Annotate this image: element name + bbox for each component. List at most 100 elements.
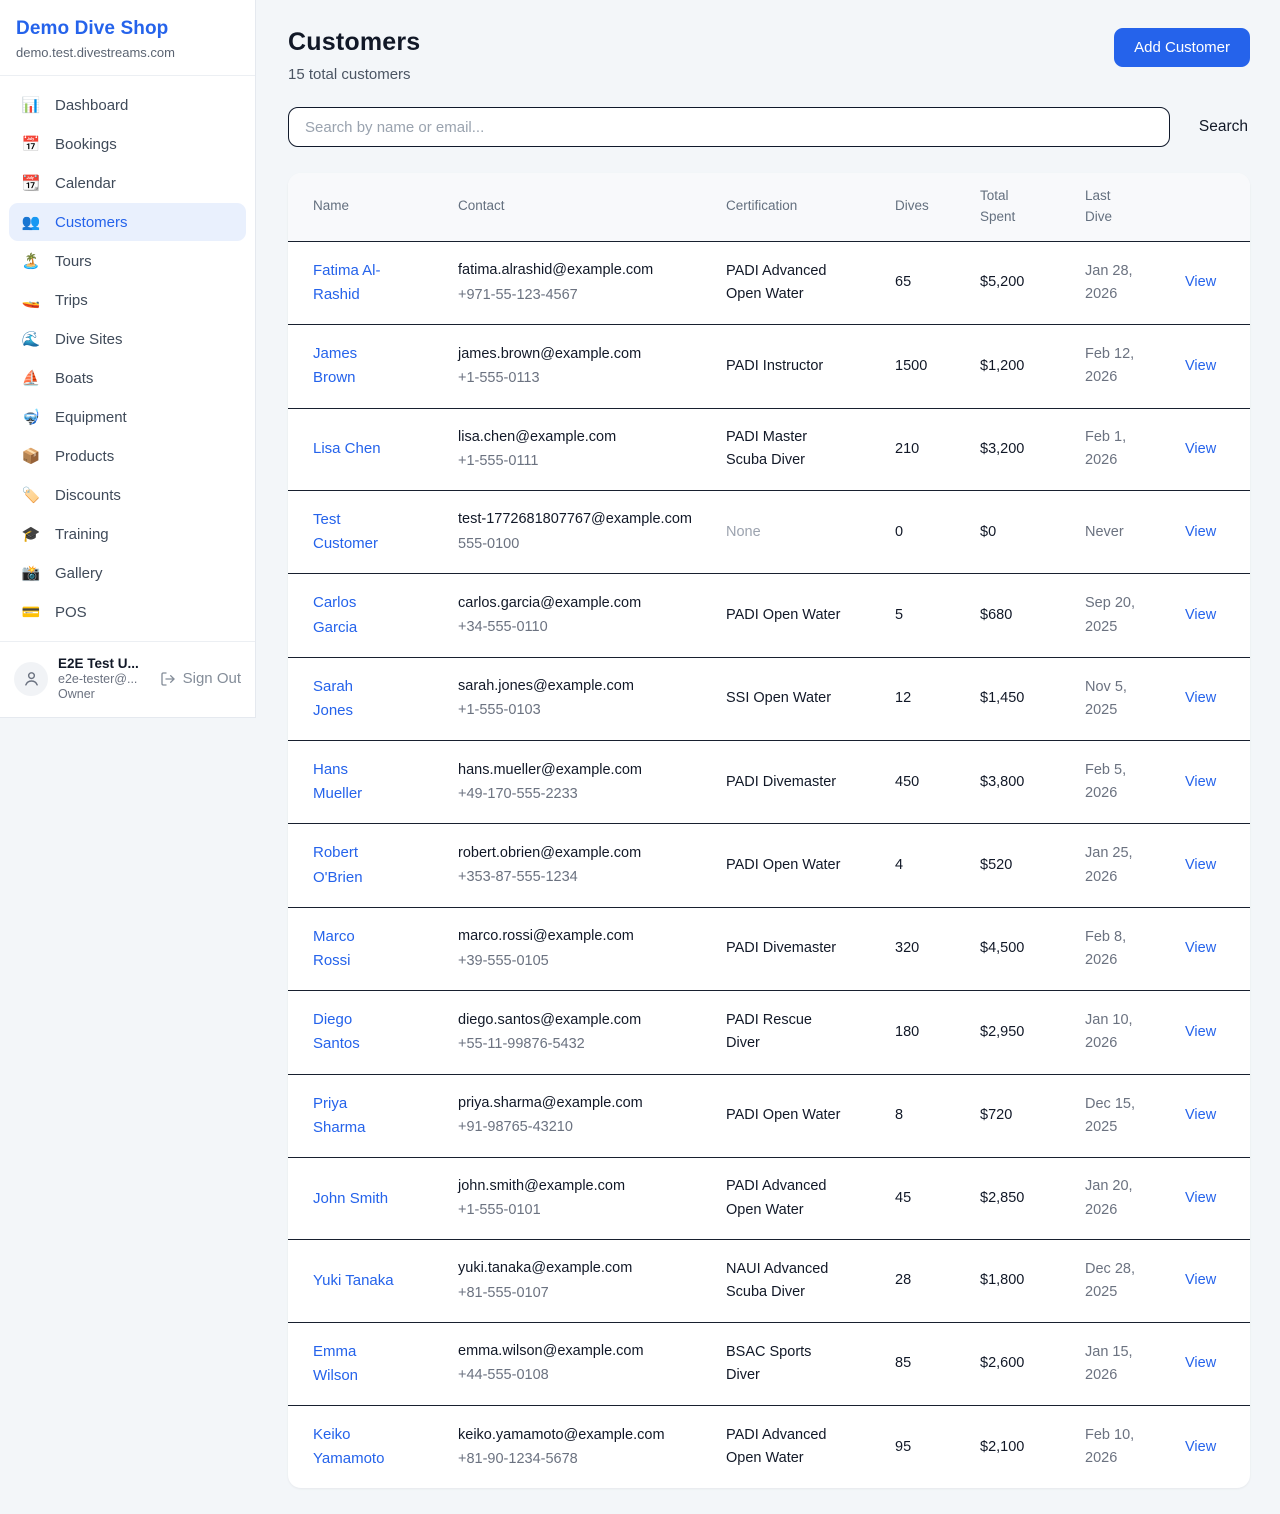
search-row: Search xyxy=(288,107,1250,147)
customer-dives: 85 xyxy=(895,1322,980,1405)
sidebar-item-bookings[interactable]: 📅Bookings xyxy=(9,125,246,163)
view-link[interactable]: View xyxy=(1185,524,1216,540)
view-link[interactable]: View xyxy=(1185,1439,1216,1455)
customer-contact: robert.obrien@example.com+353-87-555-123… xyxy=(458,824,726,907)
sidebar-item-dive-sites[interactable]: 🌊Dive Sites xyxy=(9,320,246,358)
calendar-icon: 📆 xyxy=(20,174,42,192)
customer-name-link[interactable]: Test Customer xyxy=(313,511,378,552)
sidebar-item-customers[interactable]: 👥Customers xyxy=(9,203,246,241)
customer-name-link[interactable]: John Smith xyxy=(313,1190,388,1207)
products-icon: 📦 xyxy=(20,447,42,465)
customer-name-link[interactable]: Robert O'Brien xyxy=(313,844,363,885)
view-link[interactable]: View xyxy=(1185,690,1216,706)
view-link[interactable]: View xyxy=(1185,1190,1216,1206)
customer-name-link[interactable]: Hans Mueller xyxy=(313,761,362,802)
customer-name-link[interactable]: Marco Rossi xyxy=(313,928,355,969)
customer-last-dive: Feb 1, 2026 xyxy=(1085,408,1185,490)
customer-certification: NAUI Advanced Scuba Diver xyxy=(726,1240,895,1322)
customer-certification: PADI Instructor xyxy=(726,325,895,408)
customer-last-dive: Jan 20, 2026 xyxy=(1085,1157,1185,1239)
customer-certification: SSI Open Water xyxy=(726,657,895,740)
sidebar-item-trips[interactable]: 🚤Trips xyxy=(9,281,246,319)
customer-dives: 0 xyxy=(895,490,980,573)
sidebar-item-pos[interactable]: 💳POS xyxy=(9,593,246,631)
sidebar-item-tours[interactable]: 🏝️Tours xyxy=(9,242,246,280)
customer-name-link[interactable]: Yuki Tanaka xyxy=(313,1272,394,1289)
view-link[interactable]: View xyxy=(1185,607,1216,623)
customer-name-link[interactable]: Lisa Chen xyxy=(313,440,381,457)
customer-contact: keiko.yamamoto@example.com+81-90-1234-56… xyxy=(458,1406,726,1489)
boats-icon: ⛵ xyxy=(20,369,42,387)
customer-email: carlos.garcia@example.com xyxy=(458,592,700,615)
view-link[interactable]: View xyxy=(1185,1272,1216,1288)
user-meta: E2E Test U... e2e-tester@... Owner xyxy=(58,656,139,701)
customer-last-dive: Feb 8, 2026 xyxy=(1085,907,1185,990)
view-link[interactable]: View xyxy=(1185,274,1216,290)
view-link[interactable]: View xyxy=(1185,441,1216,457)
customer-last-dive: Feb 12, 2026 xyxy=(1085,325,1185,408)
customer-name-link[interactable]: Priya Sharma xyxy=(313,1095,366,1136)
view-link[interactable]: View xyxy=(1185,1107,1216,1123)
customer-certification: PADI Advanced Open Water xyxy=(726,1157,895,1239)
sidebar-item-equipment[interactable]: 🤿Equipment xyxy=(9,398,246,436)
customer-email: robert.obrien@example.com xyxy=(458,842,700,865)
view-link[interactable]: View xyxy=(1185,774,1216,790)
user-footer: E2E Test U... e2e-tester@... Owner Sign … xyxy=(0,641,255,717)
view-link[interactable]: View xyxy=(1185,1355,1216,1371)
customer-name-link[interactable]: James Brown xyxy=(313,345,357,386)
customer-phone: +39-555-0105 xyxy=(458,950,700,973)
column-header-name: Name xyxy=(288,173,458,241)
customer-phone: +34-555-0110 xyxy=(458,616,700,639)
search-button[interactable]: Search xyxy=(1197,112,1250,142)
customer-certification: PADI Advanced Open Water xyxy=(726,241,895,324)
table-header: NameContactCertificationDivesTotal Spent… xyxy=(288,173,1250,241)
customer-phone: +1-555-0103 xyxy=(458,699,700,722)
sign-out-icon xyxy=(160,671,176,687)
view-link[interactable]: View xyxy=(1185,358,1216,374)
customer-name-link[interactable]: Sarah Jones xyxy=(313,678,353,719)
customer-name-link[interactable]: Diego Santos xyxy=(313,1011,360,1052)
customer-name-link[interactable]: Keiko Yamamoto xyxy=(313,1426,384,1467)
customer-phone: +91-98765-43210 xyxy=(458,1116,700,1139)
sidebar-item-discounts[interactable]: 🏷️Discounts xyxy=(9,476,246,514)
customer-email: priya.sharma@example.com xyxy=(458,1092,700,1115)
add-customer-button[interactable]: Add Customer xyxy=(1114,28,1250,67)
table-row: Keiko Yamamoto keiko.yamamoto@example.com… xyxy=(288,1406,1250,1489)
customer-name-link[interactable]: Carlos Garcia xyxy=(313,594,357,635)
customer-total-spent: $5,200 xyxy=(980,241,1085,324)
dashboard-icon: 📊 xyxy=(20,96,42,114)
view-link[interactable]: View xyxy=(1185,857,1216,873)
customer-email: sarah.jones@example.com xyxy=(458,675,700,698)
sidebar-item-dashboard[interactable]: 📊Dashboard xyxy=(9,86,246,124)
sidebar-item-gallery[interactable]: 📸Gallery xyxy=(9,554,246,592)
customer-certification: None xyxy=(726,490,895,573)
customer-email: emma.wilson@example.com xyxy=(458,1340,700,1363)
sidebar-item-products[interactable]: 📦Products xyxy=(9,437,246,475)
sidebar-item-label: Discounts xyxy=(55,487,121,504)
view-link[interactable]: View xyxy=(1185,940,1216,956)
customer-phone: +81-90-1234-5678 xyxy=(458,1448,700,1471)
view-link[interactable]: View xyxy=(1185,1024,1216,1040)
tours-icon: 🏝️ xyxy=(20,252,42,270)
customers-table-body: Fatima Al-Rashidfatima.alrashid@example.… xyxy=(288,241,1250,1488)
sidebar-item-label: Equipment xyxy=(55,409,127,426)
table-row: Marco Rossimarco.rossi@example.com+39-55… xyxy=(288,907,1250,990)
sidebar-item-training[interactable]: 🎓Training xyxy=(9,515,246,553)
customer-total-spent: $3,200 xyxy=(980,408,1085,490)
sidebar-item-label: Bookings xyxy=(55,136,117,153)
customer-name-link[interactable]: Emma Wilson xyxy=(313,1343,358,1384)
customer-last-dive: Jan 15, 2026 xyxy=(1085,1322,1185,1405)
customer-name-link[interactable]: Fatima Al-Rashid xyxy=(313,262,381,303)
customer-phone: +49-170-555-2233 xyxy=(458,783,700,806)
sign-out-button[interactable]: Sign Out xyxy=(160,670,241,687)
customer-last-dive: Jan 25, 2026 xyxy=(1085,824,1185,907)
sidebar-item-label: Customers xyxy=(55,214,128,231)
search-input[interactable] xyxy=(288,107,1170,147)
customer-certification: PADI Open Water xyxy=(726,574,895,657)
sidebar-item-boats[interactable]: ⛵Boats xyxy=(9,359,246,397)
customer-certification: PADI Advanced Open Water xyxy=(726,1406,895,1489)
sidebar-item-calendar[interactable]: 📆Calendar xyxy=(9,164,246,202)
customer-contact: emma.wilson@example.com+44-555-0108 xyxy=(458,1322,726,1405)
table-row: Sarah Jones sarah.jones@example.com+1-555… xyxy=(288,657,1250,740)
shop-domain: demo.test.divestreams.com xyxy=(16,45,239,60)
